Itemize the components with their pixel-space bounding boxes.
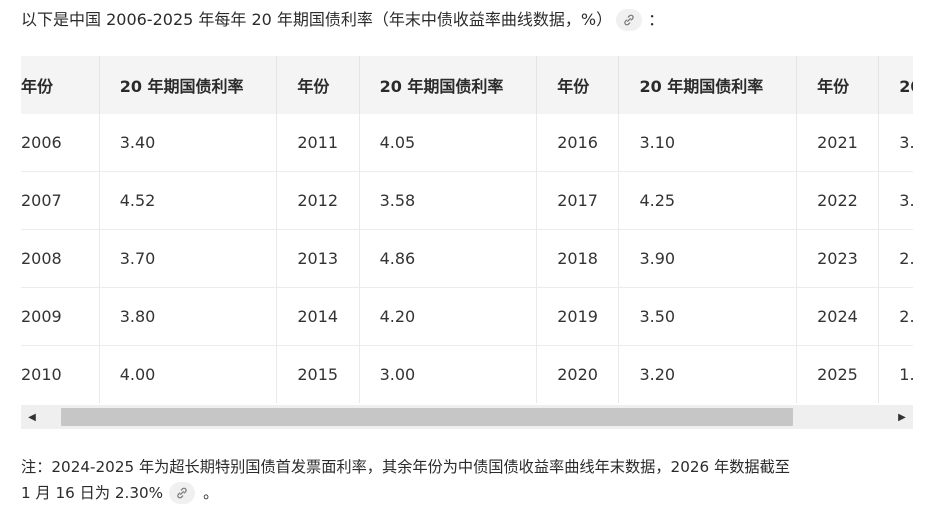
rate-cell: 3.80	[99, 287, 278, 346]
triangle-left-icon: ◀	[28, 411, 36, 423]
rate-cell: 4.25	[618, 171, 798, 230]
footnote-line-1: 注：2024-2025 年为超长期特别国债首发票面利率，其余年份为中债国债收益率…	[21, 458, 790, 476]
rate-cell: 3.10	[618, 114, 798, 172]
rate-cell: 4.00	[99, 345, 278, 403]
intro-line: 以下是中国 2006-2025 年每年 20 年期国债利率（年末中债收益率曲线数…	[21, 8, 664, 32]
year-cell: 2017	[536, 171, 620, 230]
intro-text: 以下是中国 2006-2025 年每年 20 年期国债利率（年末中债收益率曲线数…	[21, 10, 613, 29]
footnote: 注：2024-2025 年为超长期特别国债首发票面利率，其余年份为中债国债收益率…	[21, 454, 916, 506]
intro-suffix: ：	[648, 10, 665, 29]
year-cell: 2023	[796, 229, 880, 288]
column-header-year: 年份	[276, 56, 360, 114]
citation-link-button[interactable]	[169, 482, 196, 504]
rate-cell: 3.58	[359, 171, 538, 230]
rate-cell: 3.45	[878, 114, 913, 172]
rate-cell: 3.90	[618, 229, 798, 288]
column-header-rate: 20 年期国债利率	[618, 56, 798, 114]
scroll-left-button[interactable]: ◀	[21, 405, 43, 429]
year-cell: 2011	[276, 114, 360, 172]
footnote-suffix: 。	[203, 484, 219, 502]
year-cell: 2016	[536, 114, 620, 172]
year-cell: 2025	[796, 345, 880, 403]
column-header-year: 年份	[21, 56, 100, 114]
table-header-row: 年份 20 年期国债利率 年份 20 年期国债利率 年份 20 年期国债利率 年…	[21, 56, 913, 114]
rate-cell: 3.40	[99, 114, 278, 172]
triangle-right-icon: ▶	[898, 411, 906, 423]
year-cell: 2008	[21, 229, 100, 288]
year-cell: 2006	[21, 114, 100, 172]
year-cell: 2012	[276, 171, 360, 230]
rates-table-container[interactable]: 年份 20 年期国债利率 年份 20 年期国债利率 年份 20 年期国债利率 年…	[21, 56, 913, 405]
column-header-rate: 20 年期国债利率	[359, 56, 538, 114]
year-cell: 2022	[796, 171, 880, 230]
table-row: 2007 4.52 2012 3.58 2017 4.25 2022 3.05	[21, 171, 913, 230]
rate-cell: 4.86	[359, 229, 538, 288]
year-cell: 2024	[796, 287, 880, 346]
year-cell: 2007	[21, 171, 100, 230]
rate-cell: 3.50	[618, 287, 798, 346]
scroll-right-button[interactable]: ▶	[891, 405, 913, 429]
year-cell: 2009	[21, 287, 100, 346]
rate-cell: 3.20	[618, 345, 798, 403]
year-cell: 2010	[21, 345, 100, 403]
link-icon	[177, 487, 187, 499]
column-header-year: 年份	[796, 56, 880, 114]
rate-cell: 4.05	[359, 114, 538, 172]
rate-cell: 4.52	[99, 171, 278, 230]
scroll-thumb[interactable]	[61, 408, 793, 426]
rate-cell: 4.20	[359, 287, 538, 346]
rates-table: 年份 20 年期国债利率 年份 20 年期国债利率 年份 20 年期国债利率 年…	[21, 56, 913, 403]
column-header-year: 年份	[536, 56, 620, 114]
year-cell: 2014	[276, 287, 360, 346]
rate-cell: 3.05	[878, 171, 913, 230]
table-row: 2010 4.00 2015 3.00 2020 3.20 2025 1.98	[21, 345, 913, 403]
year-cell: 2018	[536, 229, 620, 288]
year-cell: 2019	[536, 287, 620, 346]
rate-cell: 3.00	[359, 345, 538, 403]
rate-cell: 1.98	[878, 345, 913, 403]
footnote-line-2-text: 1 月 16 日为 2.30%	[21, 484, 164, 502]
footnote-line-2: 1 月 16 日为 2.30% 。	[21, 480, 916, 506]
horizontal-scrollbar[interactable]: ◀ ▶	[21, 405, 913, 429]
rate-cell: 2.90	[878, 229, 913, 288]
table-row: 2009 3.80 2014 4.20 2019 3.50 2024 2.49	[21, 287, 913, 346]
link-icon	[624, 14, 634, 26]
year-cell: 2013	[276, 229, 360, 288]
rate-cell: 2.49	[878, 287, 913, 346]
table-row: 2006 3.40 2011 4.05 2016 3.10 2021 3.45	[21, 114, 913, 172]
year-cell: 2021	[796, 114, 880, 172]
year-cell: 2020	[536, 345, 620, 403]
citation-link-button[interactable]	[616, 9, 643, 31]
table-row: 2008 3.70 2013 4.86 2018 3.90 2023 2.90	[21, 229, 913, 288]
year-cell: 2015	[276, 345, 360, 403]
column-header-rate: 20 年期国债利率	[878, 56, 913, 114]
rate-cell: 3.70	[99, 229, 278, 288]
column-header-rate: 20 年期国债利率	[99, 56, 278, 114]
